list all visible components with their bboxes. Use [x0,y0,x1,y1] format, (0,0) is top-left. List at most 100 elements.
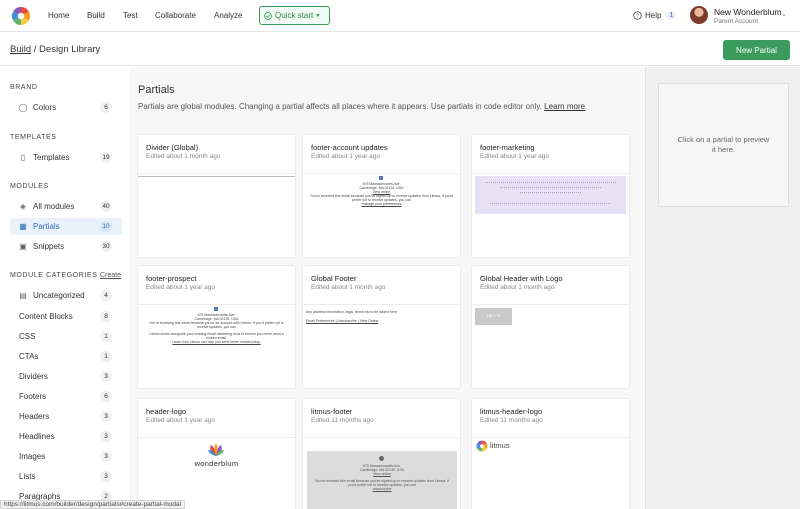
partial-card-header-logo[interactable]: header-logo Edited about 1 year ago wond… [138,399,295,509]
sidebar-item-colors[interactable]: ◯ Colors 6 [10,99,122,116]
marketing-footer-preview [475,176,626,214]
card-title: header-logo [146,407,187,416]
sidebar-category-uncategorized[interactable]: ▤ Uncategorized 4 [10,287,122,304]
thumb-body-text: You've received this email because you'v… [309,194,454,202]
count-badge: 4 [100,290,112,301]
breadcrumb-current: Design Library [39,44,101,55]
card-title: litmus-footer [311,407,353,416]
sidebar-category-footers[interactable]: Footers 6 [10,388,122,405]
card-thumbnail: 675 Massachusetts Ave. Cambridge, MA 021… [303,438,460,509]
new-partial-button[interactable]: New Partial [723,40,790,60]
chevron-down-icon[interactable]: ⌄ [781,10,787,18]
learn-more-link[interactable]: Learn more [544,102,585,111]
nav-build[interactable]: Build [87,11,105,20]
sidebar-category-css[interactable]: CSS 1 [10,328,122,345]
sidebar-item-all-modules[interactable]: ◈ All modules 40 [10,198,122,215]
sidebar-category-images[interactable]: Images 3 [10,448,122,465]
breadcrumb: Build / Design Library [10,44,100,55]
code-icon: ▣ [19,242,27,251]
sidebar-item-label: Partials [33,222,60,231]
sidebar-item-label: Images [19,452,46,461]
thumb-manage-link: manage your preferences [361,202,402,206]
nav-test[interactable]: Test [123,11,138,20]
count-badge: 3 [100,371,112,382]
count-badge: 10 [100,221,112,232]
nav-collaborate[interactable]: Collaborate [155,11,196,20]
sidebar-category-dividers[interactable]: Dividers 3 [10,368,122,385]
thumb-footer-links: Email Preferences | Unsubscribe | View O… [306,319,379,323]
count-badge: 6 [100,102,112,113]
nav-analyze[interactable]: Analyze [214,11,242,20]
sidebar-category-headers[interactable]: Headers 3 [10,408,122,425]
sidebar-item-label: Headers [19,412,50,421]
sidebar-category-lists[interactable]: Lists 3 [10,468,122,485]
card-edited: Edited about 1 year ago [311,153,381,160]
card-title: Divider (Global) [146,143,199,152]
card-thumbnail: 675 Massachusetts Ave. Cambridge, MA 021… [303,174,460,257]
sidebar-item-templates[interactable]: ▯ Templates 19 [10,149,122,166]
sidebar-item-label: Templates [33,153,70,162]
card-thumbnail: litmus [472,438,629,509]
partial-card-footer-prospect[interactable]: footer-prospect Edited about 1 year ago … [138,266,295,388]
modules-section-title: MODULES [10,183,49,190]
litmus-wordmark: litmus [490,441,510,450]
wonderblum-wordmark: wonderblum [194,459,239,468]
card-title: footer-marketing [480,143,535,152]
partial-card-divider-global[interactable]: Divider (Global) Edited about 1 month ag… [138,135,295,257]
partial-card-litmus-footer[interactable]: litmus-footer Edited 11 months ago 675 M… [303,399,460,509]
litmus-logo-icon [476,440,488,452]
folder-icon: ▤ [19,291,27,300]
card-thumbnail: Any address information, legal, terms et… [303,305,460,388]
sidebar-item-snippets[interactable]: ▣ Snippets 30 [10,238,122,255]
card-title: footer-prospect [146,274,197,283]
account-name[interactable]: New Wonderblum [714,7,781,17]
litmus-footer-preview: 675 Massachusetts Ave. Cambridge, MA 021… [307,451,457,509]
count-badge: 3 [100,471,112,482]
sidebar-item-partials[interactable]: ▦ Partials 10 [10,218,122,235]
partials-main: Partials Partials are global modules. Ch… [130,67,645,509]
help-label: Help [645,11,662,20]
sidebar-item-label: Uncategorized [33,291,85,300]
chevron-down-icon: ▾ [316,13,320,19]
breadcrumb-build-link[interactable]: Build [10,44,31,55]
count-badge: 8 [100,311,112,322]
count-badge: 30 [100,241,112,252]
partial-card-litmus-header-logo[interactable]: litmus-header-logo Edited 11 months ago … [472,399,629,509]
thumb-unsubscribe-link: unsubscribe [372,487,392,491]
avatar[interactable] [690,6,708,24]
logo-placeholder-icon [214,307,218,311]
page-header: Build / Design Library New Partial [0,33,800,66]
sidebar-item-label: Footers [19,392,47,401]
card-title: litmus-header-logo [480,407,543,416]
brand-section-title: BRAND [10,84,38,91]
count-badge: 19 [100,152,112,163]
sidebar-category-content-blocks[interactable]: Content Blocks 8 [10,308,122,325]
thumb-litmus-footer-text: 675 Massachusetts Ave. Cambridge, MA 021… [311,464,453,491]
card-edited: Edited about 1 year ago [146,417,216,424]
page-description: Partials are global modules. Changing a … [138,102,585,111]
preview-panel: Click on a partial to preview it here. [645,67,800,509]
sidebar-item-label: CSS [19,332,36,341]
card-edited: Edited about 1 month ago [146,153,221,160]
card-thumbnail [472,174,629,257]
partial-card-footer-account-updates[interactable]: footer-account updates Edited about 1 ye… [303,135,460,257]
partial-card-footer-marketing[interactable]: footer-marketing Edited about 1 year ago [472,135,629,257]
partial-card-global-header-with-logo[interactable]: Global Header with Logo Edited about 1 m… [472,266,629,388]
help-button[interactable]: ? Help 1 [633,11,677,20]
sidebar-category-ctas[interactable]: CTAs 1 [10,348,122,365]
count-badge: 3 [100,431,112,442]
status-bar-url: https://litmus.com/builder/design/partia… [0,500,186,509]
create-category-link[interactable]: Create [100,272,121,279]
litmus-mark-icon [379,456,384,461]
sidebar-category-headlines[interactable]: Headlines 3 [10,428,122,445]
nav-home[interactable]: Home [48,11,69,20]
card-thumbnail [138,174,295,257]
litmus-logo[interactable] [11,6,31,26]
help-count-badge: 1 [666,12,677,19]
card-edited: Edited about 1 year ago [146,284,216,291]
check-circle-icon [264,11,272,20]
partial-card-global-footer[interactable]: Global Footer Edited about 1 month ago A… [303,266,460,388]
description-text: Partials are global modules. Changing a … [138,102,542,111]
image-placeholder: 180 x 70 [475,308,512,325]
quick-start-button[interactable]: Quick start ▾ [259,6,330,25]
